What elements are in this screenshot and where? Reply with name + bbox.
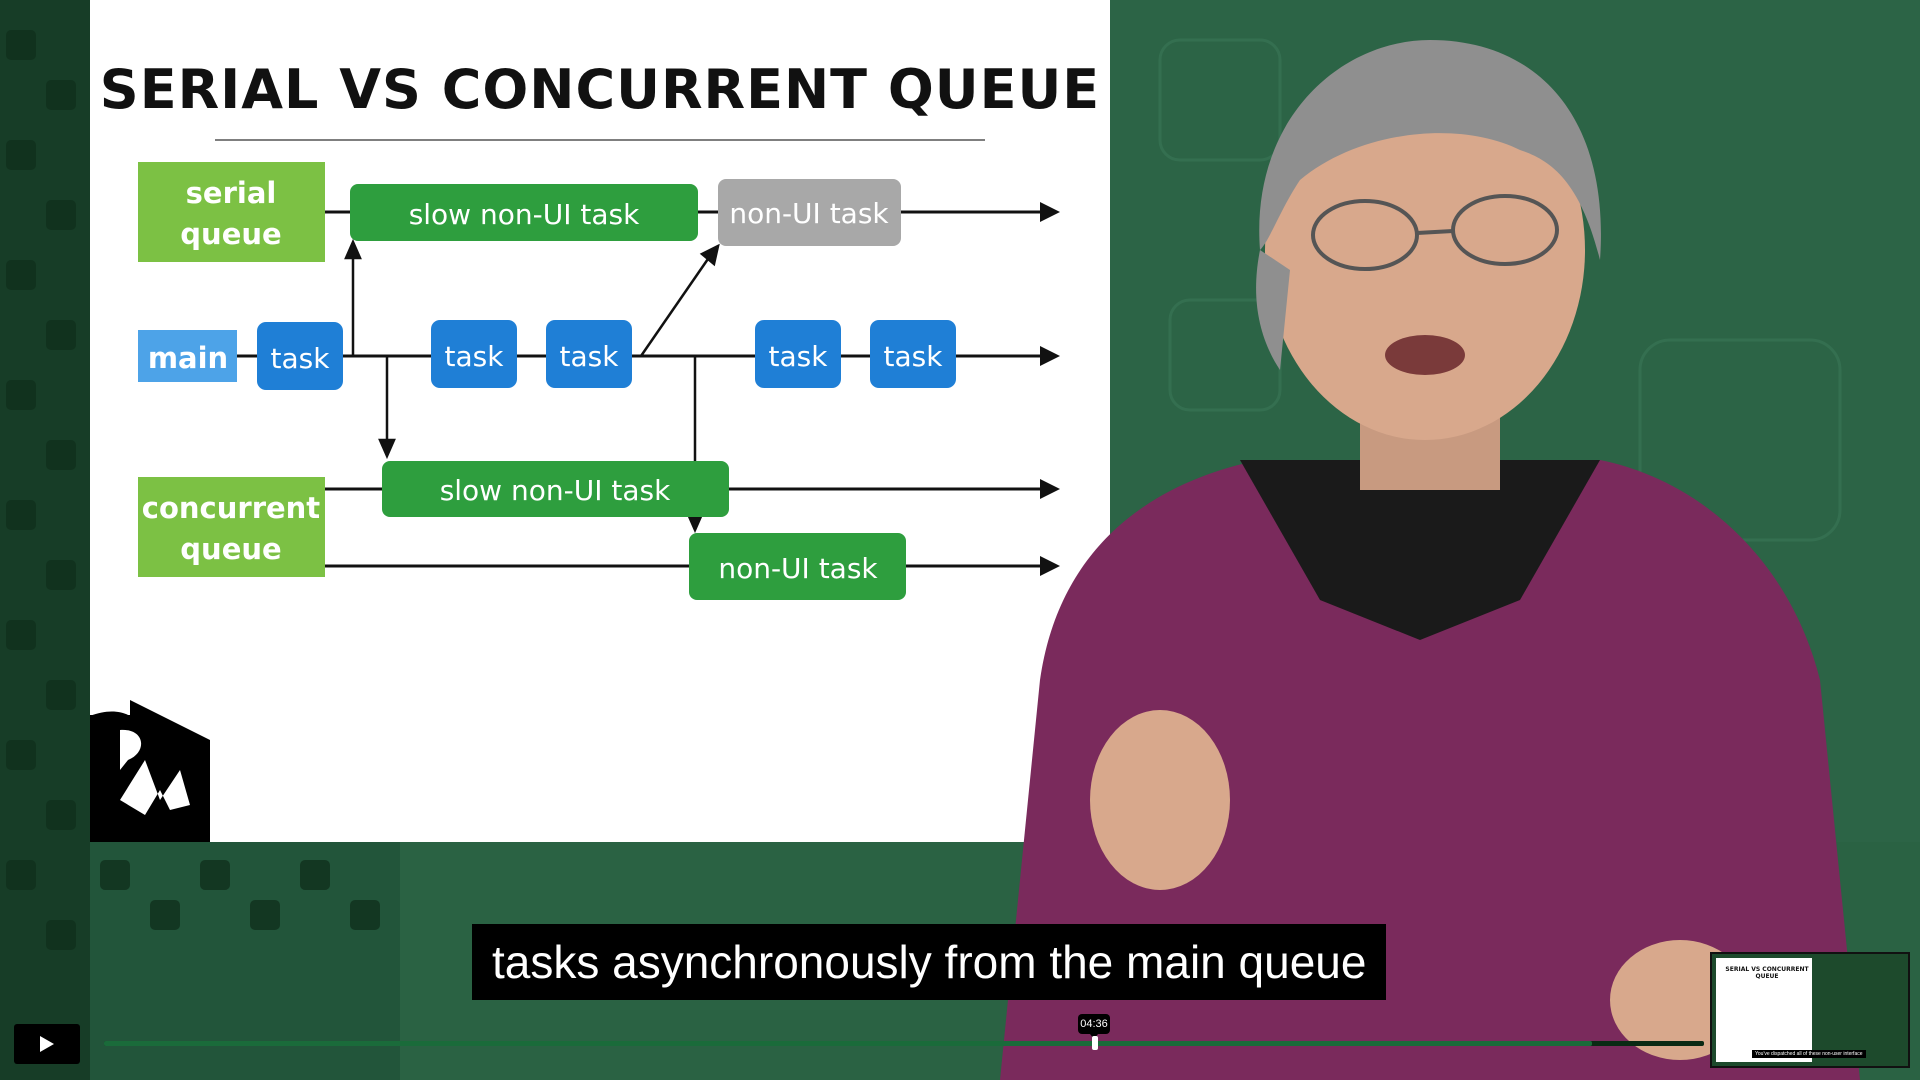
serial-queue-label-line1: serial (186, 176, 277, 210)
main-task-1-label: task (271, 342, 331, 375)
play-button[interactable] (14, 1024, 80, 1064)
seek-bar[interactable] (104, 1041, 1704, 1046)
concurrent-non-ui-task-label: non-UI task (718, 552, 878, 585)
concurrent-queue-label-line2: queue (180, 532, 281, 566)
subtitle-caption: tasks asynchronously from the main queue (472, 924, 1387, 1000)
play-icon (40, 1036, 54, 1052)
main-label: main (148, 341, 228, 375)
dispatch-arrowhead-serial-1 (344, 238, 362, 260)
thumbnail-slide: SERIAL VS CONCURRENT QUEUE (1716, 958, 1812, 1062)
main-task-5-label: task (884, 340, 944, 373)
main-task-4-label: task (769, 340, 829, 373)
queue-diagram: SERIAL VS CONCURRENT QUEUE serial queue … (90, 58, 1100, 842)
main-task-2-label: task (445, 340, 505, 373)
slide-title: SERIAL VS CONCURRENT QUEUE (100, 58, 1100, 121)
thumbnail-caption: You've dispatched all of these non-user … (1752, 1050, 1866, 1058)
serial-slow-task-label: slow non-UI task (409, 198, 640, 231)
rw-logo (90, 700, 210, 842)
dispatch-arrowhead-concurrent-1 (378, 438, 396, 460)
serial-queue-label-line2: queue (180, 217, 281, 251)
hover-time-tooltip: 04:36 (1078, 1014, 1110, 1039)
concurrent-queue-label-line1: concurrent (142, 491, 321, 525)
slide: SERIAL VS CONCURRENT QUEUE serial queue … (90, 0, 1110, 842)
concurrent-slow-task-label: slow non-UI task (440, 474, 671, 507)
dispatch-arrowhead-serial-2 (699, 243, 720, 267)
main-task-3-label: task (560, 340, 620, 373)
serial-non-ui-task-label: non-UI task (729, 197, 889, 230)
thumbnail-title: SERIAL VS CONCURRENT QUEUE (1725, 966, 1809, 980)
dispatch-arrow-serial-2 (639, 255, 712, 357)
seek-bar-played (104, 1041, 1592, 1046)
video-thumbnail-preview[interactable]: SERIAL VS CONCURRENT QUEUE You've dispat… (1710, 952, 1910, 1068)
seek-handle[interactable] (1092, 1036, 1098, 1050)
